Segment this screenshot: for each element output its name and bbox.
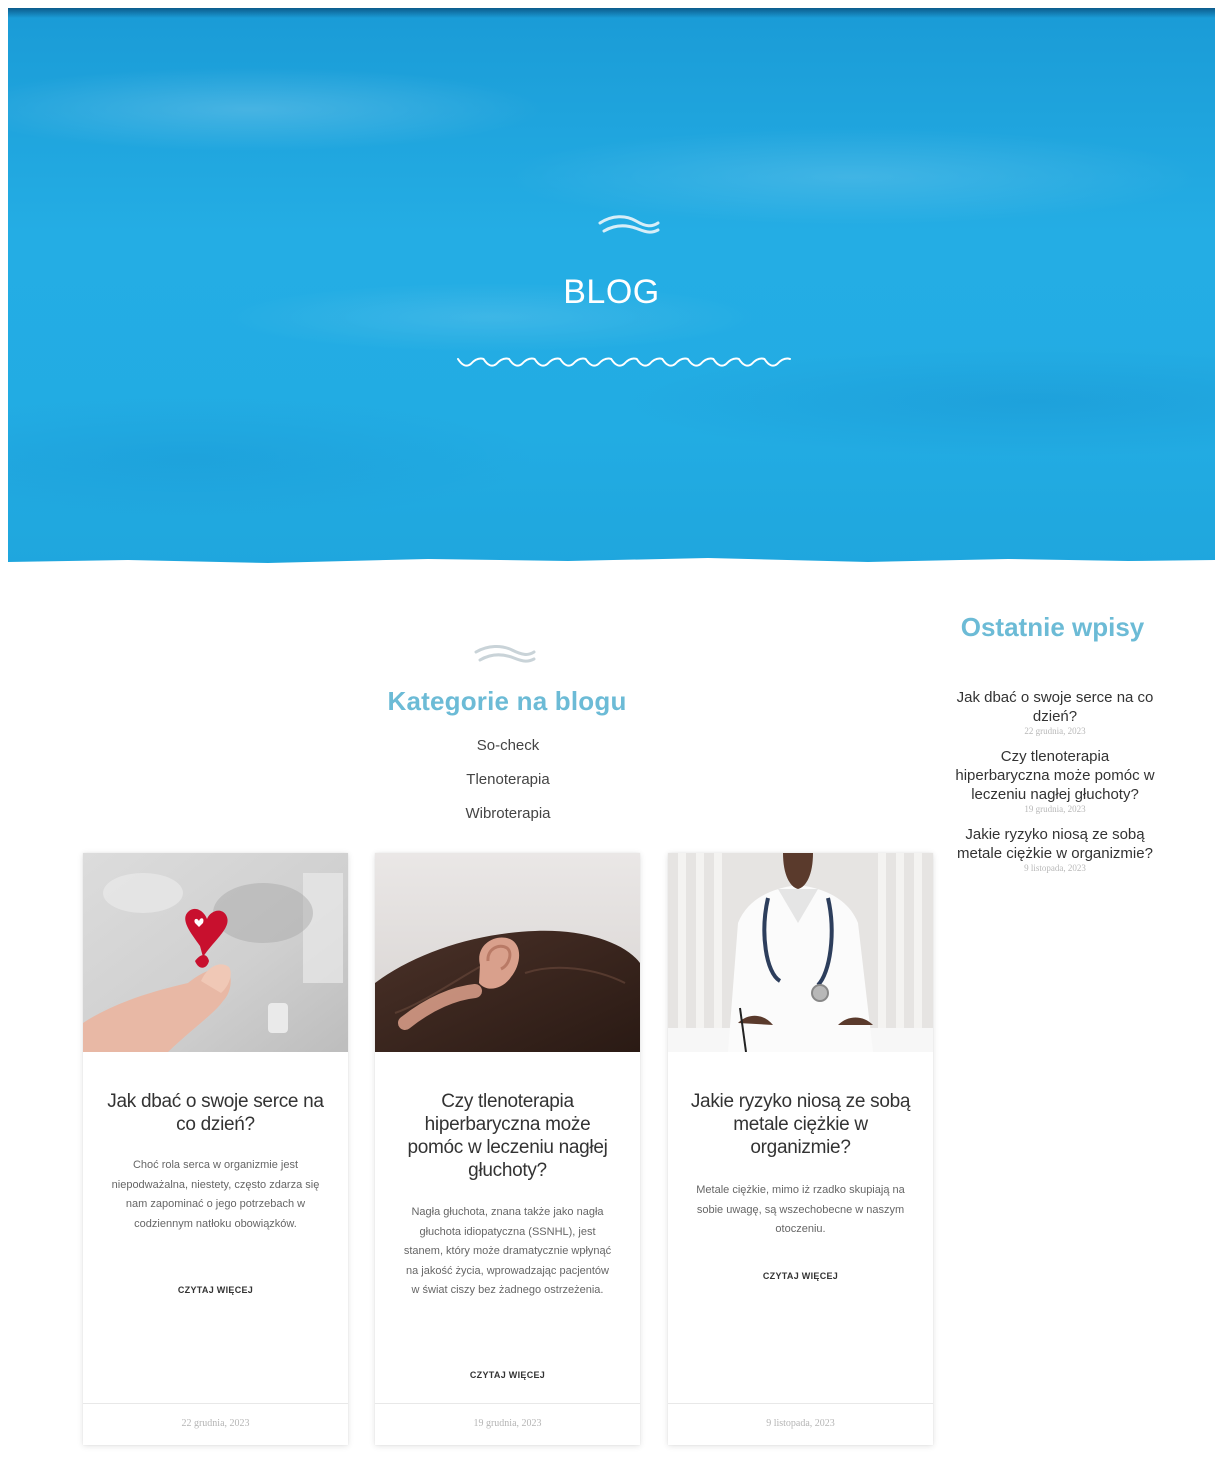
doctor-with-stethoscope-photo[interactable] [668, 853, 933, 1052]
category-link-so-check[interactable]: So-check [408, 735, 608, 769]
hero-top-shadow [8, 8, 1215, 18]
post-excerpt: Choć rola serca w organizmie jest niepod… [111, 1159, 320, 1230]
category-link-tlenoterapia[interactable]: Tlenoterapia [408, 769, 608, 803]
recent-posts-heading: Ostatnie wpisy [960, 612, 1145, 642]
recent-post-link[interactable]: Jak dbać o swoje serce na co dzień? [955, 688, 1155, 726]
post-excerpt: Nagła głuchota, znana także jako nagła g… [403, 1206, 612, 1296]
brush-edge [8, 558, 1215, 570]
post-title-link[interactable]: Czy tlenoterapia hiperbaryczna może pomó… [395, 1090, 620, 1182]
post-date: 22 grudnia, 2023 [83, 1403, 348, 1445]
post-title-link[interactable]: Jakie ryzyko niosą ze sobą metale ciężki… [688, 1090, 913, 1159]
read-more-link[interactable]: CZYTAJ WIĘCEJ [83, 1285, 348, 1295]
category-link-wibroterapia[interactable]: Wibroterapia [408, 803, 608, 837]
recent-post-link[interactable]: Jakie ryzyko niosą ze sobą metale ciężki… [955, 825, 1155, 863]
heart-in-hand-photo[interactable] [83, 853, 348, 1052]
post-card: Jak dbać o swoje serce na co dzień? Choć… [83, 853, 348, 1445]
recent-post-item: Jakie ryzyko niosą ze sobą metale ciężki… [955, 825, 1155, 874]
read-more-link[interactable]: CZYTAJ WIĘCEJ [668, 1271, 933, 1281]
read-more-link[interactable]: CZYTAJ WIĘCEJ [375, 1370, 640, 1380]
post-card: Jakie ryzyko niosą ze sobą metale ciężki… [668, 853, 933, 1445]
zigzag-divider-icon [457, 357, 791, 367]
recent-post-date: 22 grudnia, 2023 [1024, 726, 1086, 736]
post-date: 9 listopada, 2023 [668, 1403, 933, 1445]
post-card: Czy tlenoterapia hiperbaryczna może pomó… [375, 853, 640, 1445]
recent-post-item: Czy tlenoterapia hiperbaryczna może pomó… [955, 747, 1155, 815]
page-title: BLOG [563, 273, 660, 311]
post-date: 19 grudnia, 2023 [375, 1403, 640, 1445]
ear-close-up-photo[interactable] [375, 853, 640, 1052]
post-excerpt: Metale ciężkie, mimo iż rzadko skupiają … [696, 1184, 905, 1235]
category-list: So-check Tlenoterapia Wibroterapia [408, 735, 608, 837]
hero-banner: BLOG [8, 8, 1215, 570]
recent-posts-list: Jak dbać o swoje serce na co dzień? 22 g… [955, 688, 1155, 884]
wave-ornament-icon [598, 215, 660, 234]
wave-ornament-icon [474, 645, 536, 663]
recent-post-date: 19 grudnia, 2023 [1024, 804, 1086, 814]
recent-post-date: 9 listopada, 2023 [1024, 863, 1086, 873]
post-title-link[interactable]: Jak dbać o swoje serce na co dzień? [103, 1090, 328, 1136]
recent-post-link[interactable]: Czy tlenoterapia hiperbaryczna może pomó… [955, 747, 1155, 804]
categories-heading: Kategorie na blogu [387, 686, 627, 716]
recent-post-item: Jak dbać o swoje serce na co dzień? 22 g… [955, 688, 1155, 737]
